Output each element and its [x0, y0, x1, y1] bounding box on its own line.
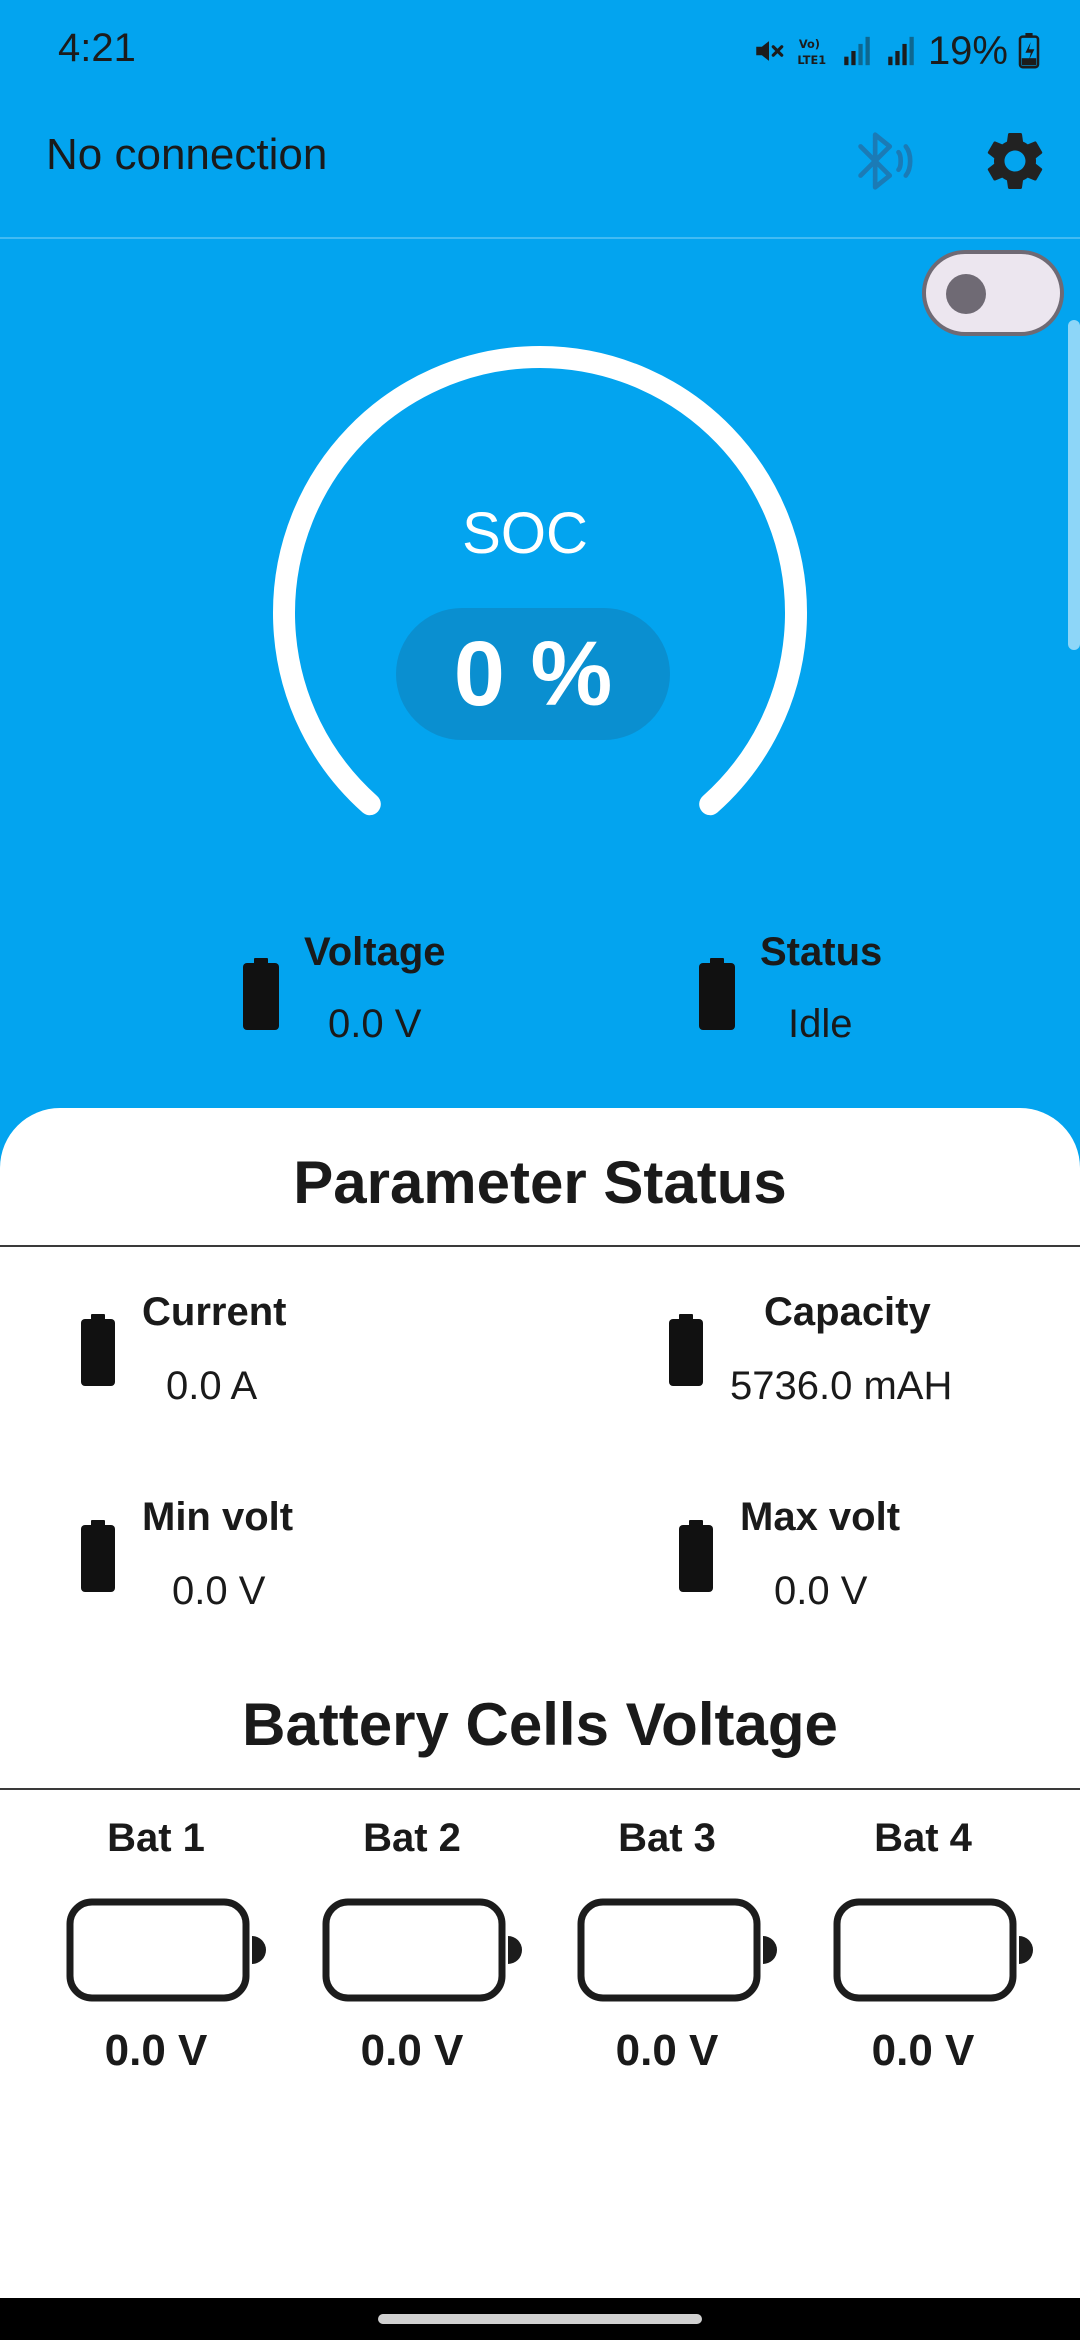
signal-icon — [844, 36, 870, 66]
divider — [0, 1788, 1080, 1790]
cell-name: Bat 3 — [618, 1816, 716, 1860]
battery-outline-icon — [577, 1898, 777, 2002]
soc-value: 0 % — [453, 622, 613, 725]
scrollbar[interactable] — [1068, 320, 1080, 650]
status-label: Status — [760, 930, 883, 974]
signal-icon — [888, 36, 914, 66]
cell-voltage: 0.0 V — [615, 2026, 719, 2075]
gear-icon[interactable] — [980, 126, 1050, 196]
voltage-label: Voltage — [304, 930, 446, 974]
svg-text:Vo): Vo) — [799, 37, 820, 51]
voltage-value: 0.0 V — [328, 1002, 422, 1046]
battery-outline-icon — [66, 1898, 266, 2002]
soc-label: SOC — [462, 501, 588, 566]
soc-value-pill: 0 % — [396, 608, 670, 740]
status-value: Idle — [788, 1002, 853, 1046]
parameter-status-title: Parameter Status — [293, 1149, 787, 1216]
system-nav-bar — [0, 2298, 1080, 2340]
max-volt-value: 0.0 V — [774, 1569, 868, 1613]
battery-icon — [699, 958, 735, 1030]
battery-icon — [679, 1520, 713, 1592]
status-bar: 4:21 Vo) LTE1 19% — [0, 0, 1080, 100]
status-time: 4:21 — [58, 26, 136, 70]
battery-charging-icon — [1018, 33, 1040, 69]
battery-icon — [81, 1314, 115, 1386]
connection-status: No connection — [46, 130, 328, 179]
mute-icon — [756, 41, 784, 61]
cell-voltage: 0.0 V — [360, 2026, 464, 2075]
soc-gauge — [273, 346, 807, 816]
divider — [0, 1245, 1080, 1247]
home-gesture-handle[interactable] — [378, 2314, 702, 2324]
current-label: Current — [142, 1290, 287, 1334]
cell-name: Bat 2 — [363, 1816, 461, 1860]
min-volt-value: 0.0 V — [172, 1569, 266, 1613]
toggle-knob — [946, 274, 986, 314]
cell-voltage: 0.0 V — [871, 2026, 975, 2075]
mode-toggle[interactable] — [922, 250, 1064, 336]
min-volt-label: Min volt — [142, 1495, 294, 1539]
battery-outline-icon — [322, 1898, 522, 2002]
battery-icon — [243, 958, 279, 1030]
max-volt-label: Max volt — [740, 1495, 901, 1539]
cells-title: Battery Cells Voltage — [242, 1691, 838, 1758]
capacity-value: 5736.0 mAH — [730, 1364, 953, 1408]
current-value: 0.0 A — [166, 1364, 258, 1408]
cell-name: Bat 1 — [107, 1816, 205, 1860]
battery-percent: 19% — [927, 28, 1008, 73]
battery-outline-icon — [833, 1898, 1033, 2002]
cell-voltage: 0.0 V — [104, 2026, 208, 2075]
cell-name: Bat 4 — [874, 1816, 972, 1860]
svg-text:LTE1: LTE1 — [797, 53, 826, 67]
app-bar: No connection — [0, 100, 1080, 239]
status-icons: Vo) LTE1 19% — [752, 26, 1040, 76]
battery-icon — [669, 1314, 703, 1386]
bluetooth-audio-icon[interactable] — [846, 126, 916, 196]
battery-icon — [81, 1520, 115, 1592]
volte-icon: Vo) LTE1 — [797, 37, 826, 67]
capacity-label: Capacity — [764, 1290, 931, 1334]
